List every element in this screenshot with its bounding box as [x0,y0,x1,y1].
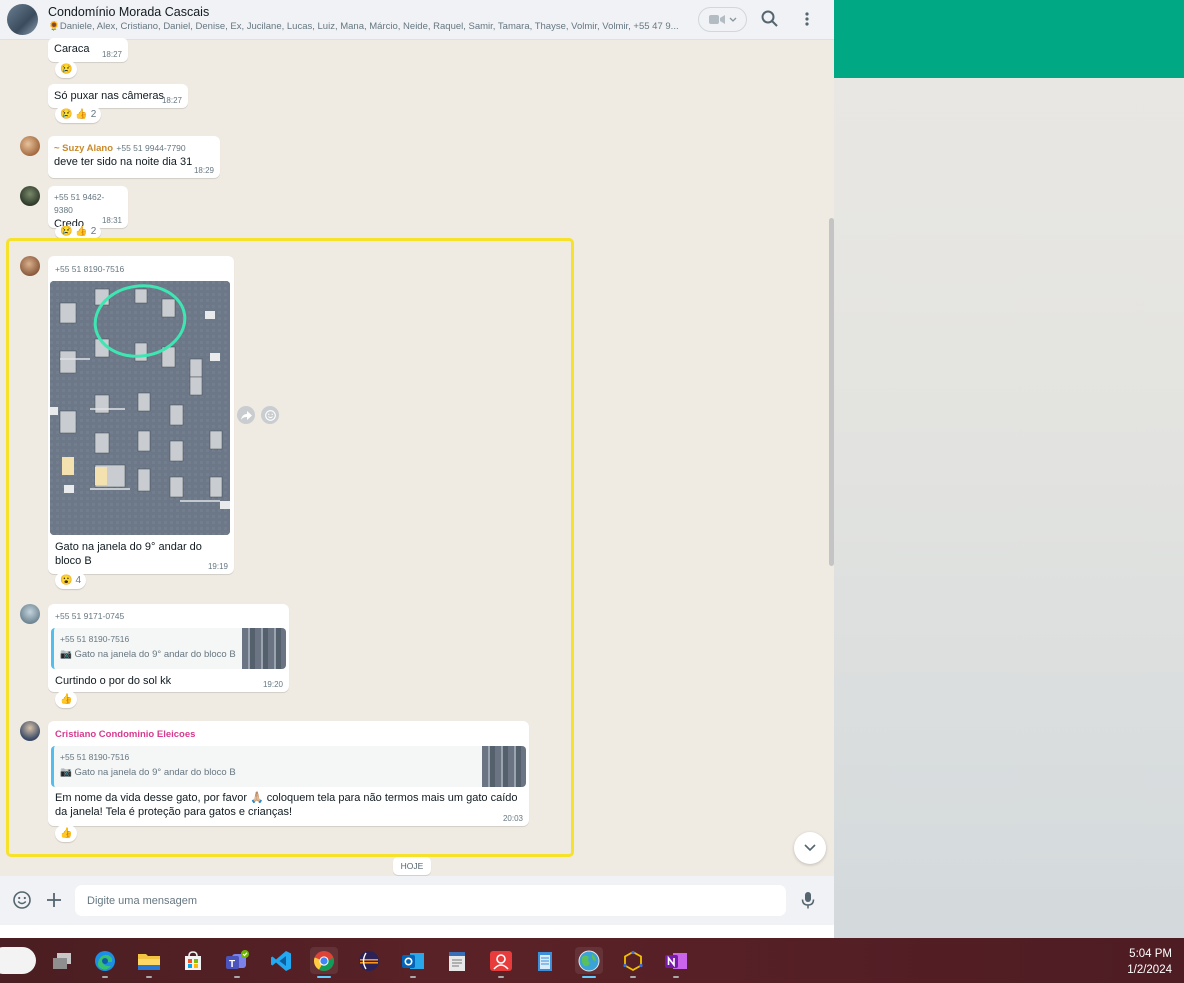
video-camera-icon [708,15,725,24]
chat-header[interactable]: Condomínio Morada Cascais 🌻Daniele, Alex… [0,0,834,40]
taskbar: T 5:04 PM 1/2/2024 [0,938,1184,983]
message-bubble[interactable]: ~ Suzy Alano +55 51 9944-7790 deve ter s… [48,136,220,178]
running-indicator [146,976,152,978]
message-time: 18:27 [161,96,182,105]
message-reactions[interactable]: 😢 👍 2 [55,226,102,238]
running-indicator [102,976,108,978]
search-button[interactable] [760,9,780,29]
eclipse-icon[interactable] [355,947,383,974]
text-editor-icon[interactable] [443,947,471,974]
reaction-emoji: 😢 👍 [60,109,88,120]
reaction-emoji: 😢 👍 [60,226,88,237]
message-text: deve ter sido na noite dia 31 [54,156,193,168]
globe-app-icon[interactable] [575,947,603,978]
clock-time: 5:04 PM [1129,948,1172,960]
notepad-icon[interactable] [531,947,559,974]
chrome-icon[interactable] [310,947,338,978]
running-indicator [410,976,416,978]
more-vertical-icon [805,12,809,26]
running-indicator [673,976,679,978]
task-view-icon[interactable] [48,947,76,974]
plus-icon [47,893,61,907]
message-time: 18:27 [101,50,122,59]
group-avatar[interactable] [7,4,38,35]
running-indicator [317,976,331,978]
group-members: 🌻Daniele, Alex, Cristiano, Daniel, Denis… [48,21,678,32]
outlook-icon[interactable] [399,947,427,978]
message-reactions[interactable]: 😢 👍 2 [55,106,102,123]
remote-support-icon[interactable] [487,947,515,978]
emoji-icon [13,891,31,909]
message-input[interactable] [75,885,786,916]
running-indicator [630,976,636,978]
network-app-icon[interactable] [619,947,647,978]
date-divider: HOJE [393,857,431,875]
file-explorer-icon[interactable] [135,947,163,978]
window-background [834,78,1184,938]
message-composer [0,876,834,925]
video-call-button[interactable] [698,7,747,32]
message-time: 18:31 [101,216,122,225]
sender-name[interactable]: ~ Suzy Alano [54,143,113,154]
group-name[interactable]: Condomínio Morada Cascais [48,5,209,19]
sender-avatar[interactable] [20,186,40,206]
message-reactions[interactable]: 😢 [55,61,78,78]
app-header-band [834,0,1184,78]
search-icon [761,10,778,27]
highlight-box [6,238,574,857]
sender-phone[interactable]: +55 51 9462-9380 [54,191,122,217]
sender-line: ~ Suzy Alano +55 51 9944-7790 [54,141,214,155]
attach-button[interactable] [44,890,64,910]
message-bubble[interactable]: +55 51 9462-9380 Credo 18:31 [48,186,128,230]
reaction-count: 2 [90,109,97,120]
scroll-to-bottom-button[interactable] [794,832,826,864]
running-indicator [582,976,596,978]
chevron-down-icon [804,844,816,852]
vscode-icon[interactable] [267,947,295,974]
onenote-icon[interactable] [662,947,690,978]
menu-button[interactable] [797,9,817,29]
microphone-icon [801,892,815,909]
clock-date: 1/2/2024 [1127,964,1172,976]
message-bubble[interactable]: Só puxar nas câmeras 18:27 [48,84,188,108]
message-time: 18:29 [193,166,214,175]
sender-avatar[interactable] [20,136,40,156]
system-clock[interactable]: 5:04 PM 1/2/2024 [1127,946,1172,978]
window-bottom-edge [0,925,834,938]
chat-panel: Condomínio Morada Cascais 🌻Daniele, Alex… [0,0,834,925]
store-icon[interactable] [179,947,207,974]
running-indicator [234,976,240,978]
running-indicator [498,976,504,978]
emoji-button[interactable] [12,890,32,910]
svg-text:T: T [229,959,235,970]
taskbar-search[interactable] [0,947,36,974]
chevron-down-icon [729,17,736,22]
message-bubble[interactable]: Caraca 18:27 [48,38,128,62]
teams-icon[interactable]: T [223,947,251,978]
voice-message-button[interactable] [798,890,818,910]
edge-icon[interactable] [91,947,119,978]
reaction-emoji: 😢 [60,64,73,75]
sender-phone[interactable]: +55 51 9944-7790 [116,143,185,153]
reaction-count: 2 [90,226,97,237]
